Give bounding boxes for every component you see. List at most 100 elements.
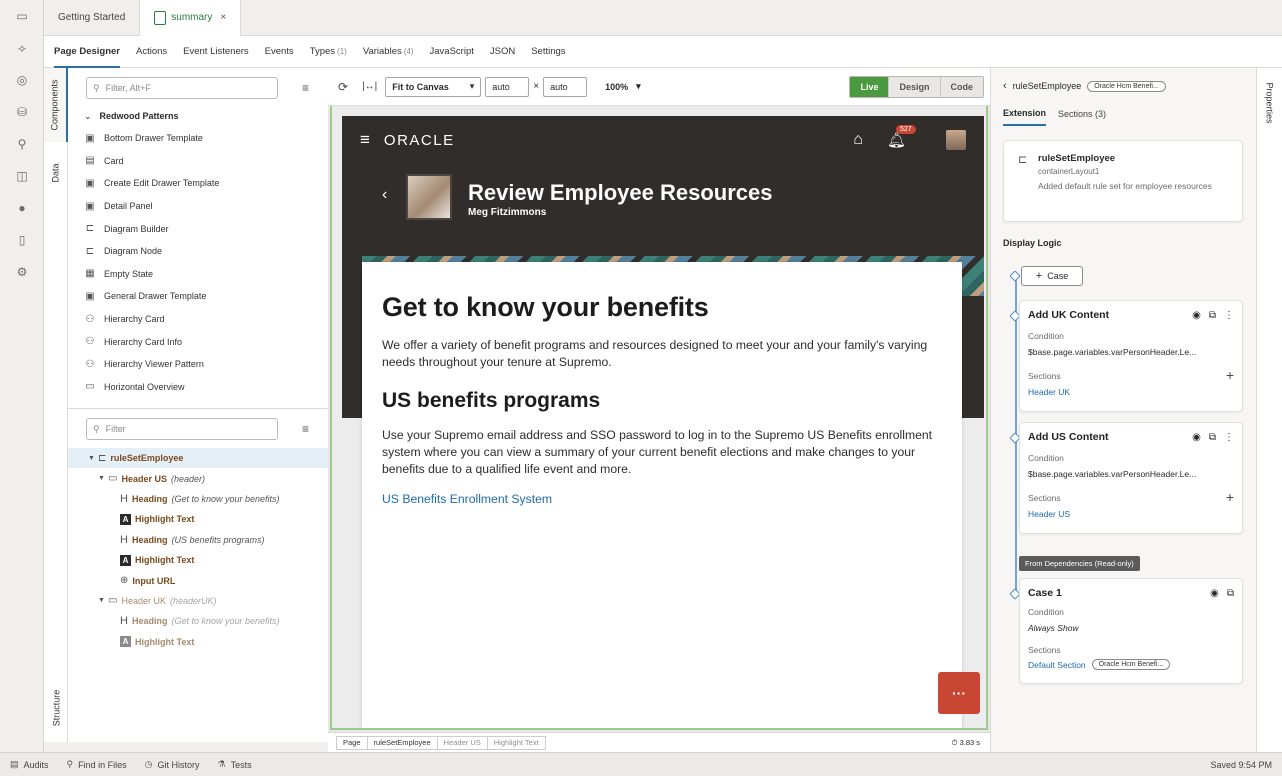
tab-structure[interactable]: Structure [44, 678, 68, 738]
tab-label: Settings [531, 46, 566, 57]
tree-item-heading[interactable]: H Heading (US benefits programs) [68, 530, 328, 550]
status-audits[interactable]: ▤ Audits [10, 759, 49, 770]
tree-item-ruleset[interactable]: ▼ ⊏ ruleSetEmployee [68, 448, 328, 469]
drawer-icon: ▣ [85, 290, 95, 302]
canvas-width-input[interactable]: auto [485, 76, 530, 97]
back-chevron-icon[interactable]: ‹ [382, 186, 387, 204]
tab-components[interactable]: Components [44, 68, 68, 142]
tab-sections[interactable]: Sections (3) [1058, 109, 1106, 125]
close-icon[interactable]: × [220, 12, 226, 23]
tree-item-highlight[interactable]: A Highlight Text [68, 550, 328, 570]
live-mode-button[interactable]: Live [850, 76, 889, 97]
tab-events[interactable]: Events [265, 36, 294, 68]
status-git-history[interactable]: ◷ Git History [145, 759, 200, 770]
hamburger-icon[interactable]: ≡ [360, 130, 370, 150]
tree-item-heading[interactable]: H Heading (Get to know your benefits) [68, 489, 328, 509]
more-options-icon[interactable]: ⋮ [1224, 310, 1234, 321]
component-item[interactable]: ⚇ Hierarchy Card [68, 308, 328, 331]
copy-icon[interactable]: ⧉ [1209, 310, 1216, 321]
eye-icon[interactable]: ◉ [1192, 310, 1201, 321]
section-link[interactable]: Header UK [1028, 387, 1070, 397]
link-icon[interactable]: ⚲ [0, 128, 44, 160]
tab-summary[interactable]: summary × [139, 0, 242, 36]
eye-icon[interactable]: ◉ [1192, 432, 1201, 443]
tab-properties[interactable]: Properties [1257, 68, 1282, 138]
breadcrumb-highlight-text[interactable]: Highlight Text [487, 735, 546, 750]
breadcrumb-page[interactable]: Page [336, 735, 368, 750]
case-card-us[interactable]: Add US Content ◉ ⧉ ⋮ Condition $base.pag… [1019, 422, 1243, 534]
canvas-height-input[interactable]: auto [543, 76, 588, 97]
component-item[interactable]: ▭ Horizontal Overview [68, 376, 328, 399]
tab-settings[interactable]: Settings [531, 36, 565, 68]
structure-filter-input[interactable]: ⚲ Filter [86, 418, 278, 440]
component-item[interactable]: ▣ Create Edit Drawer Template [68, 172, 328, 195]
tab-data[interactable]: Data [44, 148, 68, 198]
page-preview: ≡ ORACLE ⌂ 🔔︎ 527 ‹ Review Employee Reso… [330, 106, 988, 730]
tab-extension[interactable]: Extension [1003, 108, 1047, 126]
components-filter-input[interactable]: ⚲ Filter, Alt+F [86, 77, 278, 99]
copy-icon[interactable]: ⧉ [1209, 432, 1216, 443]
design-mode-button[interactable]: Design [888, 76, 940, 97]
tab-types[interactable]: Types (1) [310, 36, 347, 68]
section-link[interactable]: Header US [1028, 509, 1070, 519]
copy-icon[interactable]: ⧉ [1227, 588, 1234, 599]
breadcrumb-ruleset[interactable]: ruleSetEmployee [367, 735, 438, 750]
target-icon[interactable]: ◎ [0, 64, 44, 96]
refresh-icon[interactable]: ⟳ [338, 80, 348, 94]
tab-javascript[interactable]: JavaScript [430, 36, 474, 68]
component-item[interactable]: ⚇ Hierarchy Viewer Pattern [68, 353, 328, 376]
home-icon[interactable]: ⌂ [853, 131, 863, 149]
eye-icon[interactable]: ◉ [1210, 588, 1219, 599]
user-avatar[interactable] [946, 130, 966, 150]
tree-item-highlight[interactable]: A Highlight Text [68, 632, 328, 652]
code-mode-button[interactable]: Code [939, 76, 983, 97]
component-item[interactable]: ⊏ Diagram Node [68, 240, 328, 263]
menu-icon[interactable]: ≡ [302, 422, 309, 436]
globe-icon[interactable]: ● [0, 192, 44, 224]
tab-getting-started[interactable]: Getting Started [44, 0, 139, 36]
case-card-uk[interactable]: Add UK Content ◉ ⧉ ⋮ Condition $base.pag… [1019, 300, 1243, 412]
us-enrollment-link[interactable]: US Benefits Enrollment System [382, 492, 942, 506]
case-card-default[interactable]: Case 1 ◉ ⧉ Condition Always Show Section… [1019, 578, 1243, 684]
breadcrumb-header-us[interactable]: Header US [437, 735, 488, 750]
database-icon[interactable]: ⛁ [0, 96, 44, 128]
tab-page-designer[interactable]: Page Designer [54, 36, 120, 68]
process-icon[interactable]: ⚙ [0, 256, 44, 288]
document-icon[interactable]: ▯ [0, 224, 44, 256]
tab-json[interactable]: JSON [490, 36, 515, 68]
back-chevron-icon[interactable]: ‹ [1003, 80, 1007, 92]
tree-item-url[interactable]: ⊕ Input URL [68, 570, 328, 590]
zoom-dropdown[interactable]: 100% ▾ [605, 81, 641, 92]
component-item[interactable]: ⊏ Diagram Builder [68, 217, 328, 240]
fit-dropdown[interactable]: Fit to Canvas ▾ [385, 76, 482, 97]
tree-item-highlight[interactable]: A Highlight Text [68, 509, 328, 529]
devices-icon[interactable]: ▭ [0, 0, 44, 32]
fit-width-icon[interactable]: |↔| [362, 81, 377, 92]
tree-item-header-us[interactable]: ▼ ▭ Header US (header) [68, 468, 328, 488]
component-item[interactable]: ▦ Empty State [68, 263, 328, 286]
tab-actions[interactable]: Actions [136, 36, 167, 68]
component-item[interactable]: ▤ Card [68, 150, 328, 173]
tab-event-listeners[interactable]: Event Listeners [183, 36, 248, 68]
menu-icon[interactable]: ≡ [302, 81, 309, 95]
status-tests[interactable]: ⚗ Tests [218, 759, 252, 770]
add-case-button[interactable]: + Case [1021, 266, 1083, 286]
component-item[interactable]: ▣ General Drawer Template [68, 285, 328, 308]
component-item[interactable]: ▣ Detail Panel [68, 195, 328, 218]
tree-item-header-uk[interactable]: ▼ ▭ Header UK (headerUK) [68, 591, 328, 611]
notifications-icon[interactable]: 🔔︎ 527 [887, 125, 916, 149]
flows-icon[interactable]: ⟡ [0, 32, 44, 64]
more-options-icon[interactable]: ⋮ [1224, 432, 1234, 443]
section-link[interactable]: Default Section [1028, 660, 1086, 670]
tab-variables[interactable]: Variables (4) [363, 36, 414, 68]
status-find-in-files[interactable]: ⚲ Find in Files [67, 759, 127, 770]
layouts-icon[interactable]: ◫ [0, 160, 44, 192]
ruleset-summary-card[interactable]: ⊏ ruleSetEmployee containerLayout1 Added… [1003, 140, 1243, 222]
tree-item-heading[interactable]: H Heading (Get to know your benefits) [68, 611, 328, 631]
add-section-icon[interactable]: + [1226, 367, 1234, 383]
chat-icon[interactable]: ··· [938, 672, 980, 714]
components-group[interactable]: ⌄ Redwood Patterns [68, 105, 328, 127]
add-section-icon[interactable]: + [1226, 489, 1234, 505]
component-item[interactable]: ▣ Bottom Drawer Template [68, 127, 328, 150]
component-item[interactable]: ⚇ Hierarchy Card Info [68, 330, 328, 353]
